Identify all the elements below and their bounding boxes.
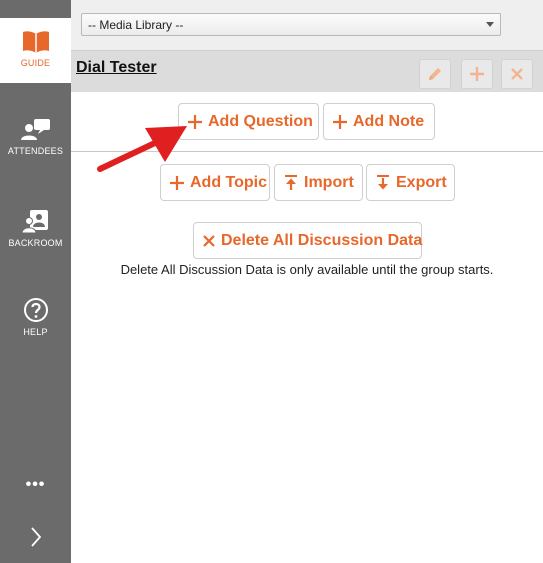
chevron-right-icon — [30, 527, 41, 547]
add-note-label: Add Note — [353, 112, 425, 130]
media-select-value: -- Media Library -- — [88, 18, 184, 32]
book-icon — [22, 31, 49, 53]
more-menu-button[interactable]: ••• — [0, 476, 71, 494]
annotation-arrow-icon — [97, 126, 187, 172]
backroom-person-icon — [20, 210, 48, 234]
edit-button[interactable] — [419, 59, 451, 89]
delete-availability-note: Delete All Discussion Data is only avail… — [120, 262, 494, 277]
plus-icon — [170, 175, 184, 190]
sidebar-item-backroom[interactable]: BACKROOM — [0, 208, 71, 248]
media-library-select[interactable]: -- Media Library -- — [81, 13, 501, 36]
help-icon — [23, 298, 48, 322]
sidebar: GUIDE ATTENDEES BACKROOM HELP ••• — [0, 0, 71, 563]
export-button[interactable]: Export — [366, 164, 455, 201]
people-chat-icon — [20, 119, 50, 140]
close-icon — [203, 234, 215, 247]
sidebar-item-help[interactable]: HELP — [0, 297, 71, 337]
delete-all-label: Delete All Discussion Data — [221, 231, 423, 249]
add-button[interactable] — [461, 59, 493, 89]
sidebar-item-label: BACKROOM — [8, 238, 63, 248]
plus-icon — [470, 67, 484, 81]
export-label: Export — [396, 173, 447, 191]
add-question-label: Add Question — [208, 112, 313, 130]
media-bar: -- Media Library -- — [71, 0, 543, 50]
guide-title-bar: Dial Tester — [71, 50, 543, 92]
close-button[interactable] — [501, 59, 533, 89]
download-icon — [377, 174, 389, 189]
add-question-button[interactable]: Add Question — [178, 103, 319, 140]
expand-sidebar-button[interactable] — [0, 526, 71, 548]
upload-icon — [285, 174, 297, 190]
plus-icon — [333, 114, 347, 129]
sidebar-item-guide[interactable]: GUIDE — [0, 18, 71, 83]
sidebar-item-label: HELP — [23, 327, 48, 337]
pencil-icon — [429, 68, 441, 80]
sidebar-item-attendees[interactable]: ATTENDEES — [0, 118, 71, 156]
import-label: Import — [304, 173, 354, 191]
chevron-down-icon — [486, 22, 494, 27]
close-icon — [511, 68, 523, 80]
add-note-button[interactable]: Add Note — [323, 103, 435, 140]
import-button[interactable]: Import — [274, 164, 363, 201]
add-topic-label: Add Topic — [190, 173, 268, 191]
delete-all-discussion-data-button[interactable]: Delete All Discussion Data — [193, 222, 422, 259]
sidebar-item-label: GUIDE — [20, 58, 51, 68]
sidebar-item-label: ATTENDEES — [7, 146, 64, 156]
page-title[interactable]: Dial Tester — [76, 59, 157, 77]
